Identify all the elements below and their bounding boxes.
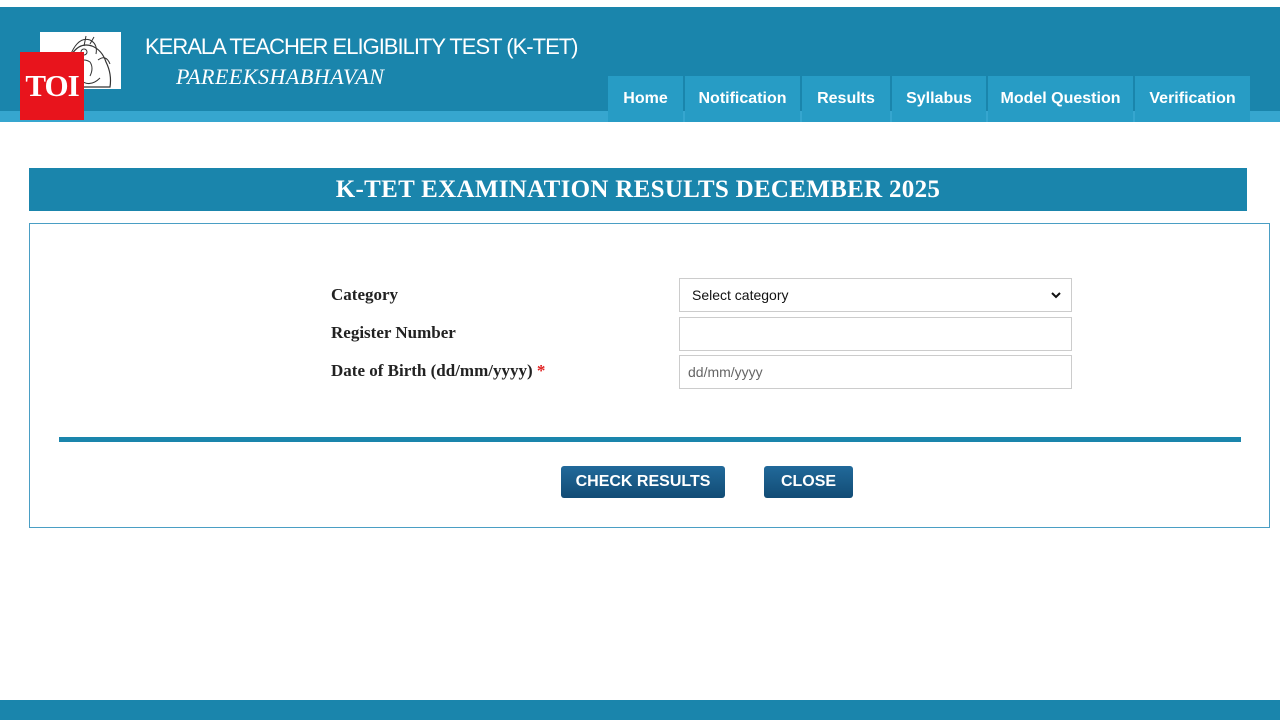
dob-label-text: Date of Birth (dd/mm/yyyy) — [331, 361, 533, 380]
site-footer — [0, 700, 1280, 720]
dob-input[interactable] — [679, 355, 1072, 389]
nav-syllabus[interactable]: Syllabus — [892, 76, 986, 122]
category-label: Category — [331, 285, 399, 304]
site-subtitle: PAREEKSHABHAVAN — [176, 64, 385, 89]
chevron-down-icon — [1051, 292, 1061, 299]
nav-verification[interactable]: Verification — [1135, 76, 1250, 122]
register-number-label: Register Number — [331, 323, 456, 342]
site-title: KERALA TEACHER ELIGIBILITY TEST (K-TET) — [145, 34, 579, 59]
nav-home[interactable]: Home — [608, 76, 683, 122]
category-select[interactable]: Select category — [679, 278, 1072, 312]
nav-notification[interactable]: Notification — [685, 76, 800, 122]
form-divider — [59, 437, 1241, 442]
nav-model-question[interactable]: Model Question — [988, 76, 1133, 122]
required-mark: * — [536, 361, 546, 380]
register-number-input[interactable] — [679, 317, 1072, 351]
nav-results[interactable]: Results — [802, 76, 890, 122]
toi-watermark: TOI — [20, 52, 84, 120]
results-title-bar: K-TET EXAMINATION RESULTS DECEMBER 2025 — [29, 168, 1247, 211]
dob-label: Date of Birth (dd/mm/yyyy) * — [331, 361, 545, 381]
page-title: K-TET EXAMINATION RESULTS DECEMBER 2025 — [335, 175, 941, 203]
check-results-button[interactable]: CHECK RESULTS — [561, 466, 725, 498]
close-button[interactable]: CLOSE — [764, 466, 853, 498]
top-strip — [0, 0, 1280, 7]
main-nav: Home Notification Results Syllabus Model… — [608, 76, 1252, 122]
category-selected-value: Select category — [692, 287, 789, 303]
